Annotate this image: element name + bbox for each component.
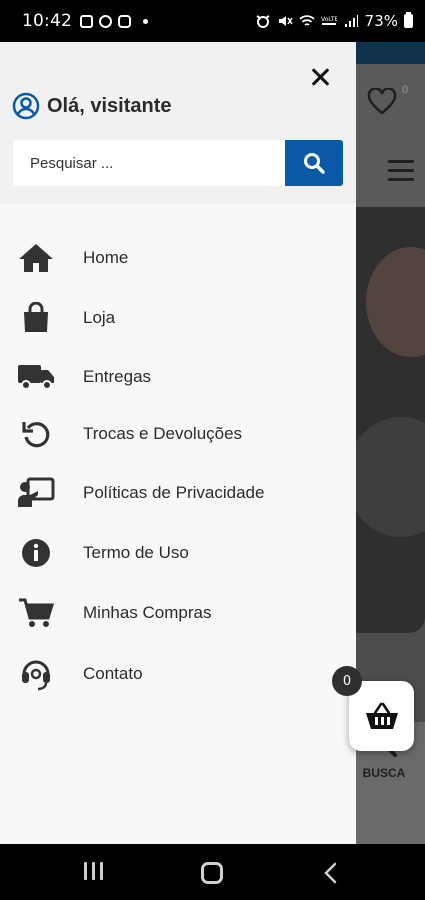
truck-icon <box>16 359 56 395</box>
cart-icon <box>16 595 56 631</box>
notification-icons <box>80 14 148 28</box>
menu-item-entregas[interactable]: Entregas <box>0 352 356 402</box>
menu-item-label: Loja <box>83 308 116 327</box>
menu-item-label: Minhas Compras <box>83 603 212 622</box>
greeting-label: Olá, visitante <box>47 94 172 117</box>
heart-icon[interactable] <box>367 88 397 116</box>
home-button[interactable] <box>201 862 223 884</box>
search-button[interactable] <box>285 140 343 186</box>
search-bar <box>13 140 343 186</box>
headset-icon <box>16 656 56 692</box>
search-input[interactable] <box>13 140 285 186</box>
background-hero-image <box>356 207 425 633</box>
status-bar: 10:42 VoLTE 73% <box>0 0 425 42</box>
presentation-icon <box>16 475 56 511</box>
cart-button[interactable] <box>349 681 414 751</box>
dot-icon <box>143 18 148 24</box>
search-tab-label[interactable]: BUSCA <box>356 766 412 780</box>
undo-icon <box>16 416 56 452</box>
info-icon <box>16 535 56 571</box>
search-icon <box>304 153 325 174</box>
alarm-icon <box>256 15 270 28</box>
b-icon <box>99 14 112 28</box>
menu-item-privacidade[interactable]: Políticas de Privacidade <box>0 468 356 518</box>
home-icon <box>16 240 56 276</box>
shopping-bag-icon <box>16 300 56 336</box>
battery-percent: 73% <box>364 12 398 30</box>
drawer-header: Olá, visitante <box>0 42 356 204</box>
user-greeting[interactable]: Olá, visitante <box>12 92 172 120</box>
battery-icon <box>404 12 413 28</box>
wifi-icon <box>299 15 315 26</box>
navigation-drawer: Olá, visitante Home Loja <box>0 42 356 844</box>
instagram-icon <box>118 14 131 28</box>
volte-icon: VoLTE <box>321 16 337 25</box>
signal-icon <box>344 15 358 27</box>
back-button[interactable] <box>321 862 341 884</box>
user-circle-icon <box>12 92 40 120</box>
cart-count-badge: 0 <box>332 666 362 696</box>
recent-apps-button[interactable] <box>84 862 104 882</box>
mute-icon <box>278 16 293 26</box>
menu-item-label: Entregas <box>83 367 152 386</box>
system-navigation-bar <box>0 844 425 900</box>
wishlist-count: 0 <box>402 84 409 96</box>
menu-item-label: Trocas e Devoluções <box>83 424 243 443</box>
menu-item-compras[interactable]: Minhas Compras <box>0 588 356 638</box>
status-time: 10:42 <box>22 11 72 31</box>
basket-icon <box>365 702 398 729</box>
menu-item-contato[interactable]: Contato <box>0 649 356 699</box>
menu-item-loja[interactable]: Loja <box>0 293 356 343</box>
menu-item-label: Contato <box>83 664 143 683</box>
image-icon <box>80 14 93 28</box>
menu-item-label: Políticas de Privacidade <box>83 483 265 502</box>
hamburger-icon[interactable] <box>388 160 414 182</box>
menu-item-trocas[interactable]: Trocas e Devoluções <box>0 409 356 459</box>
close-button[interactable] <box>306 64 334 92</box>
menu-item-termo[interactable]: Termo de Uso <box>0 528 356 578</box>
system-icons: VoLTE 73% <box>255 12 413 30</box>
menu-item-home[interactable]: Home <box>0 233 356 283</box>
svg-text:VoLTE: VoLTE <box>321 16 337 23</box>
menu-item-label: Termo de Uso <box>83 543 189 562</box>
menu-item-label: Home <box>83 248 129 267</box>
